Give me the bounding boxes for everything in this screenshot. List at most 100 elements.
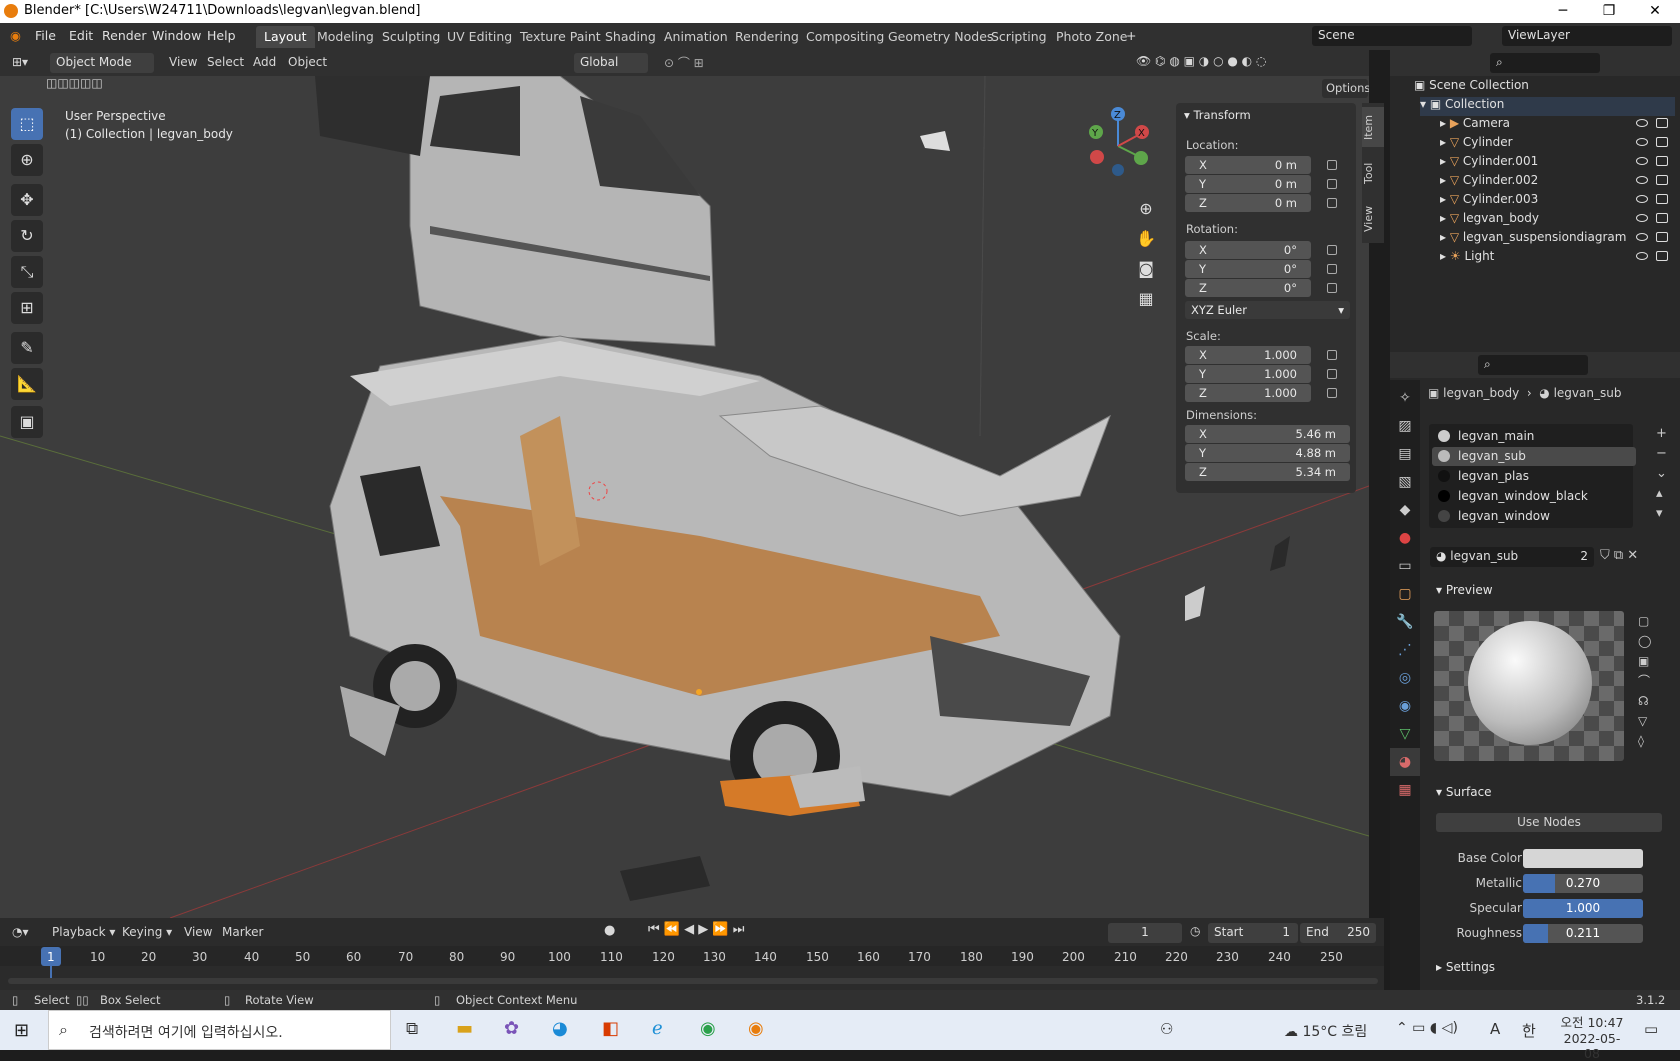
object-menu[interactable]: Object [288,55,327,69]
render-camera-icon[interactable] [1656,251,1668,261]
scene-tab-icon[interactable]: ◆ [1390,496,1420,524]
outliner-search-input[interactable]: ⌕ [1490,53,1600,73]
render-tab-icon[interactable]: ▨ [1390,412,1420,440]
lock-icon[interactable] [1327,245,1337,255]
tab-sculpting[interactable]: Sculpting [374,26,448,48]
tab-shading[interactable]: Shading [597,26,664,48]
view-nav-buttons[interactable]: ⊕ ✋ ◙ ▦ [1135,194,1157,314]
tab-tool[interactable]: Tool [1362,153,1384,193]
timeline-scrollbar[interactable] [8,978,1378,984]
object-tab-icon[interactable]: ▢ [1390,580,1420,608]
visibility-eye-icon[interactable] [1636,176,1648,184]
taskbar-search-box[interactable]: ⌕ 검색하려면 여기에 입력하십시오. [48,1010,391,1050]
measure-tool[interactable]: 📐 [11,368,43,400]
tool-tab-icon[interactable]: ✧ [1390,384,1420,412]
menu-edit[interactable]: Edit [69,28,93,43]
location-z-field[interactable]: Z 0 m [1185,194,1311,212]
render-camera-icon[interactable] [1656,213,1668,223]
particles-tab-icon[interactable]: ⋰ [1390,636,1420,664]
dimensions-x-field[interactable]: X 5.46 m [1185,425,1350,443]
rotate-tool[interactable]: ↻ [11,220,43,252]
tray-icons[interactable]: ⌃ ▭ ◖ ◁) [1396,1020,1458,1036]
material-slot[interactable]: legvan_window [1432,507,1636,526]
end-frame-field[interactable]: End 250 [1300,923,1376,943]
outliner-item-cylinder-002[interactable]: ▸ ▽ Cylinder.002 [1440,173,1538,192]
visibility-eye-icon[interactable] [1636,214,1648,222]
dimensions-z-field[interactable]: Z 5.34 m [1185,463,1350,481]
navigation-gizmo[interactable]: Z X Y [1085,101,1175,191]
texture-tab-icon[interactable]: ▦ [1390,776,1420,804]
modifier-tab-icon[interactable]: 🔧 [1390,608,1420,636]
dimensions-y-field[interactable]: Y 4.88 m [1185,444,1350,462]
cursor-tool[interactable]: ⊕ [11,144,43,176]
outliner-item-cylinder[interactable]: ▸ ▽ Cylinder [1440,135,1513,154]
render-camera-icon[interactable] [1656,156,1668,166]
edge-icon[interactable]: ◕ [552,1018,568,1039]
grid-ortho-icon[interactable]: ▦ [1135,284,1157,314]
lock-icon[interactable] [1327,264,1337,274]
lock-icon[interactable] [1327,179,1337,189]
blender-menu-icon[interactable]: ◉ [10,28,21,43]
weather-widget[interactable]: ☁ 15°C 흐림 [1284,1021,1367,1041]
tab-uv-editing[interactable]: UV Editing [439,26,520,48]
view-layer-tab-icon[interactable]: ▧ [1390,468,1420,496]
tab-animation[interactable]: Animation [656,26,736,48]
view-menu[interactable]: View [169,55,197,69]
move-tool[interactable]: ✥ [11,184,43,216]
mode-selector[interactable]: Object Mode [50,53,154,73]
visibility-eye-icon[interactable] [1636,195,1648,203]
tab-rendering[interactable]: Rendering [727,26,807,48]
file-explorer-icon[interactable]: ▬ [456,1018,473,1039]
editor-type-icon[interactable]: ⊞▾ [12,55,28,69]
material-datablock-icons[interactable]: ⛉ ⧉ ✕ [1600,548,1638,563]
visibility-eye-icon[interactable] [1636,157,1648,165]
preview-panel-header[interactable]: ▾ Preview [1436,583,1493,597]
scale-y-field[interactable]: Y 1.000 [1185,365,1311,383]
rotation-z-field[interactable]: Z 0° [1185,279,1311,297]
constraints-tab-icon[interactable]: ◉ [1390,692,1420,720]
scale-z-field[interactable]: Z 1.000 [1185,384,1311,402]
rotation-y-field[interactable]: Y 0° [1185,260,1311,278]
close-button[interactable]: ✕ [1632,0,1678,23]
transform-tool[interactable]: ⊞ [11,292,43,324]
lock-icon[interactable] [1327,369,1337,379]
windows-start-icon[interactable]: ⊞ [14,1020,29,1041]
transform-header[interactable]: ▾ Transform [1184,108,1251,122]
blender-taskbar-icon[interactable]: ◉ [748,1018,764,1039]
outliner-item-camera[interactable]: ▸ ▶ Camera [1440,116,1510,135]
lock-icon[interactable] [1327,283,1337,293]
lock-icon[interactable] [1327,160,1337,170]
scene-selector[interactable]: Scene [1312,26,1472,46]
app-icon[interactable]: ✿ [504,1018,519,1039]
lock-icon[interactable] [1327,388,1337,398]
lock-icon[interactable] [1327,350,1337,360]
material-slot[interactable]: legvan_window_black [1432,487,1636,506]
collection-tab-icon[interactable]: ▭ [1390,552,1420,580]
render-camera-icon[interactable] [1656,194,1668,204]
playback-menu[interactable]: Playback ▾ [52,925,115,939]
task-view-icon[interactable]: ⧉ [406,1019,418,1039]
tab-texture-paint[interactable]: Texture Paint [512,26,609,48]
menu-file[interactable]: File [35,28,56,43]
scene-collection-row[interactable]: ▣ Scene Collection [1414,78,1529,97]
physics-tab-icon[interactable]: ◎ [1390,664,1420,692]
add-workspace-icon[interactable]: + [1126,28,1136,43]
tab-item[interactable]: Item [1362,107,1384,147]
roughness-slider[interactable]: 0.211 [1523,924,1643,943]
language-indicator[interactable]: 한 [1522,1020,1536,1041]
tab-scripting[interactable]: Scripting [983,26,1055,48]
current-frame-field[interactable]: 1 [1108,923,1182,943]
output-tab-icon[interactable]: ▤ [1390,440,1420,468]
record-button[interactable]: ● [604,923,615,938]
outliner-item-light[interactable]: ▸ ☀ Light [1440,249,1494,268]
minimize-button[interactable]: ─ [1540,0,1586,23]
3d-viewport[interactable]: ◫◫◫◫◫ User Perspective (1) Collection | … [0,76,1369,918]
ime-mode[interactable]: A [1490,1020,1500,1038]
tab-photo-zone[interactable]: Photo Zone [1048,26,1135,48]
visibility-eye-icon[interactable] [1636,138,1648,146]
visibility-eye-icon[interactable] [1636,252,1648,260]
world-tab-icon[interactable]: ● [1390,524,1420,552]
scale-tool[interactable]: ⤡ [11,256,43,288]
material-slot[interactable]: legvan_plas [1432,467,1636,486]
marker-menu[interactable]: Marker [222,925,263,939]
